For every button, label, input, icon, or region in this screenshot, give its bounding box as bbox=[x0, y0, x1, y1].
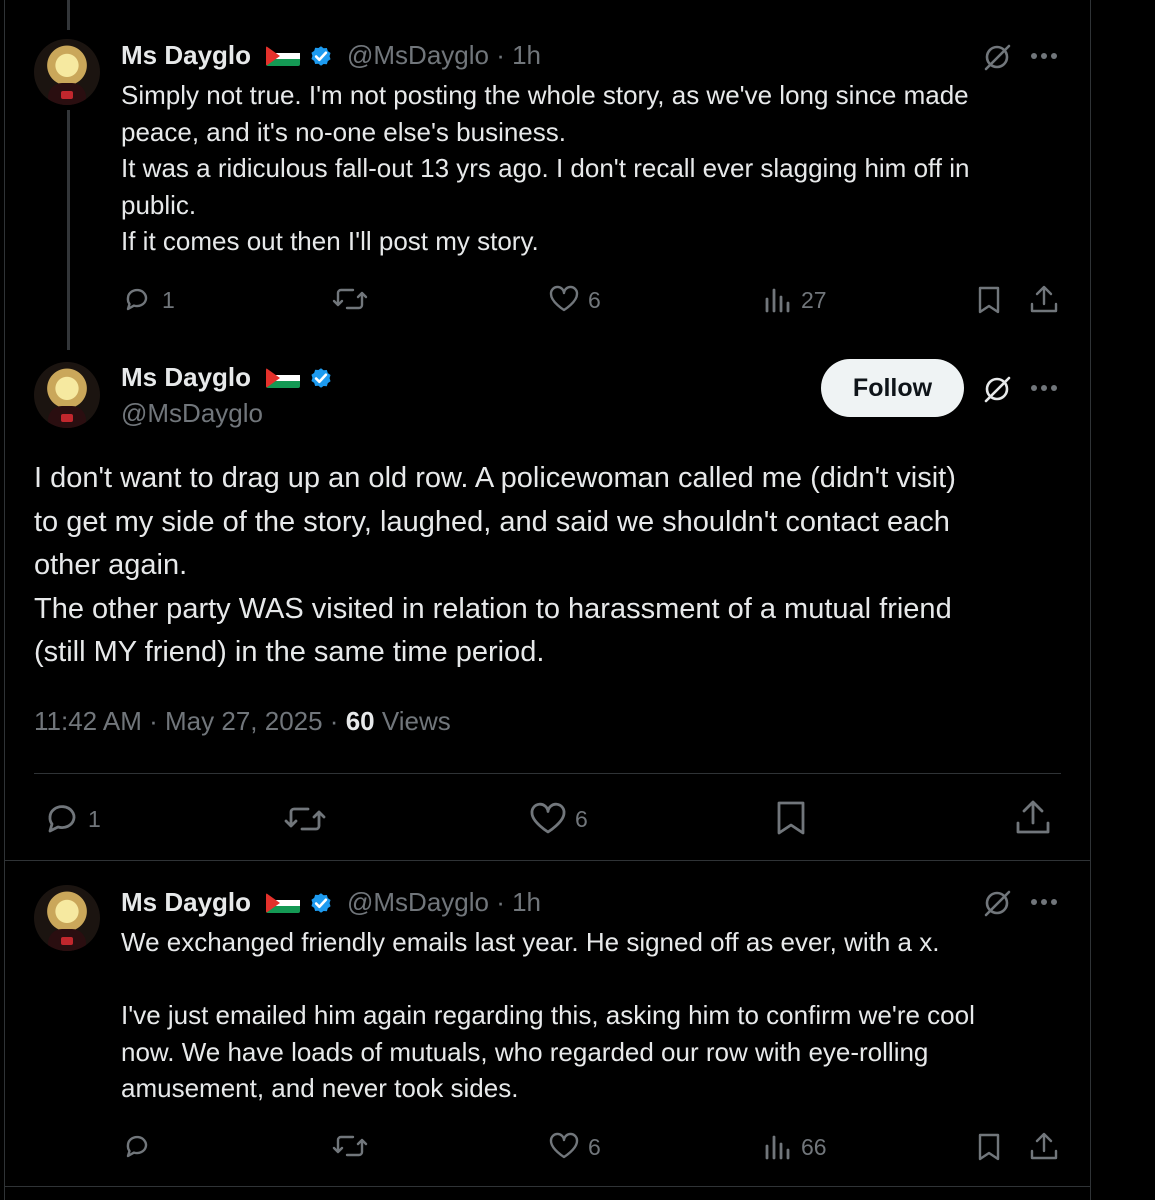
column-border-left bbox=[4, 0, 5, 1200]
views-count: 27 bbox=[801, 287, 827, 313]
views-count: 60 bbox=[345, 706, 375, 736]
reply-count: 1 bbox=[88, 806, 101, 832]
share-icon[interactable] bbox=[1029, 284, 1059, 316]
tweet-thread: Ms Dayglo @MsDayglo · 1h Simply not true… bbox=[0, 0, 1155, 1200]
handle-and-time[interactable]: @MsDayglo · 1h bbox=[347, 887, 541, 918]
palestine-flag-icon bbox=[266, 368, 300, 388]
reply-icon[interactable] bbox=[44, 801, 82, 837]
bookmark-icon[interactable] bbox=[976, 1131, 1002, 1163]
like-count: 6 bbox=[588, 1134, 601, 1160]
grok-icon[interactable] bbox=[982, 888, 1012, 918]
bookmark-icon[interactable] bbox=[976, 284, 1002, 316]
post-text: I don't want to drag up an old row. A po… bbox=[34, 462, 956, 669]
divider bbox=[34, 773, 1061, 774]
handle[interactable]: @MsDayglo bbox=[121, 398, 263, 429]
verified-badge-icon bbox=[311, 368, 331, 388]
display-name[interactable]: Ms Dayglo bbox=[121, 887, 251, 918]
palestine-flag-icon bbox=[266, 46, 300, 66]
repost-icon[interactable] bbox=[332, 1132, 368, 1160]
views-icon[interactable] bbox=[764, 286, 792, 314]
like-icon[interactable] bbox=[548, 285, 580, 313]
repost-icon[interactable] bbox=[332, 285, 368, 313]
views-icon[interactable] bbox=[764, 1133, 792, 1161]
reply-count: 1 bbox=[162, 287, 175, 313]
post-meta: 11:42 AM · May 27, 2025 · 60 Views bbox=[34, 706, 451, 737]
grok-icon[interactable] bbox=[982, 374, 1012, 404]
display-name[interactable]: Ms Dayglo bbox=[121, 40, 251, 71]
views-label: Views bbox=[374, 706, 451, 736]
like-count: 6 bbox=[575, 806, 588, 832]
verified-badge-icon bbox=[311, 46, 331, 66]
more-icon[interactable] bbox=[1030, 50, 1058, 62]
like-icon[interactable] bbox=[529, 802, 567, 836]
column-border-right bbox=[1090, 0, 1091, 1200]
repost-icon[interactable] bbox=[284, 802, 326, 836]
like-count: 6 bbox=[588, 287, 601, 313]
reply-text: We exchanged friendly emails last year. … bbox=[121, 927, 975, 1103]
more-icon[interactable] bbox=[1030, 382, 1058, 394]
avatar[interactable] bbox=[34, 39, 100, 105]
divider bbox=[4, 860, 1091, 861]
divider bbox=[4, 1186, 1091, 1187]
share-icon[interactable] bbox=[1029, 1131, 1059, 1163]
grok-icon[interactable] bbox=[982, 42, 1012, 72]
more-icon[interactable] bbox=[1030, 896, 1058, 908]
avatar[interactable] bbox=[34, 885, 100, 951]
thread-connector-top bbox=[67, 0, 70, 30]
share-icon[interactable] bbox=[1015, 799, 1051, 837]
reply-icon[interactable] bbox=[122, 1132, 152, 1160]
avatar[interactable] bbox=[34, 362, 100, 428]
handle-and-time[interactable]: @MsDayglo · 1h bbox=[347, 40, 541, 71]
verified-badge-icon bbox=[311, 893, 331, 913]
like-icon[interactable] bbox=[548, 1132, 580, 1160]
palestine-flag-icon bbox=[266, 893, 300, 913]
post-timestamp[interactable]: 11:42 AM · May 27, 2025 · bbox=[34, 706, 346, 736]
follow-button[interactable]: Follow bbox=[821, 359, 964, 417]
views-count: 66 bbox=[801, 1134, 827, 1160]
thread-connector bbox=[67, 110, 70, 350]
bookmark-icon[interactable] bbox=[775, 799, 807, 837]
reply-icon[interactable] bbox=[122, 285, 152, 313]
reply-text: Simply not true. I'm not posting the who… bbox=[121, 80, 970, 256]
display-name[interactable]: Ms Dayglo bbox=[121, 362, 251, 393]
